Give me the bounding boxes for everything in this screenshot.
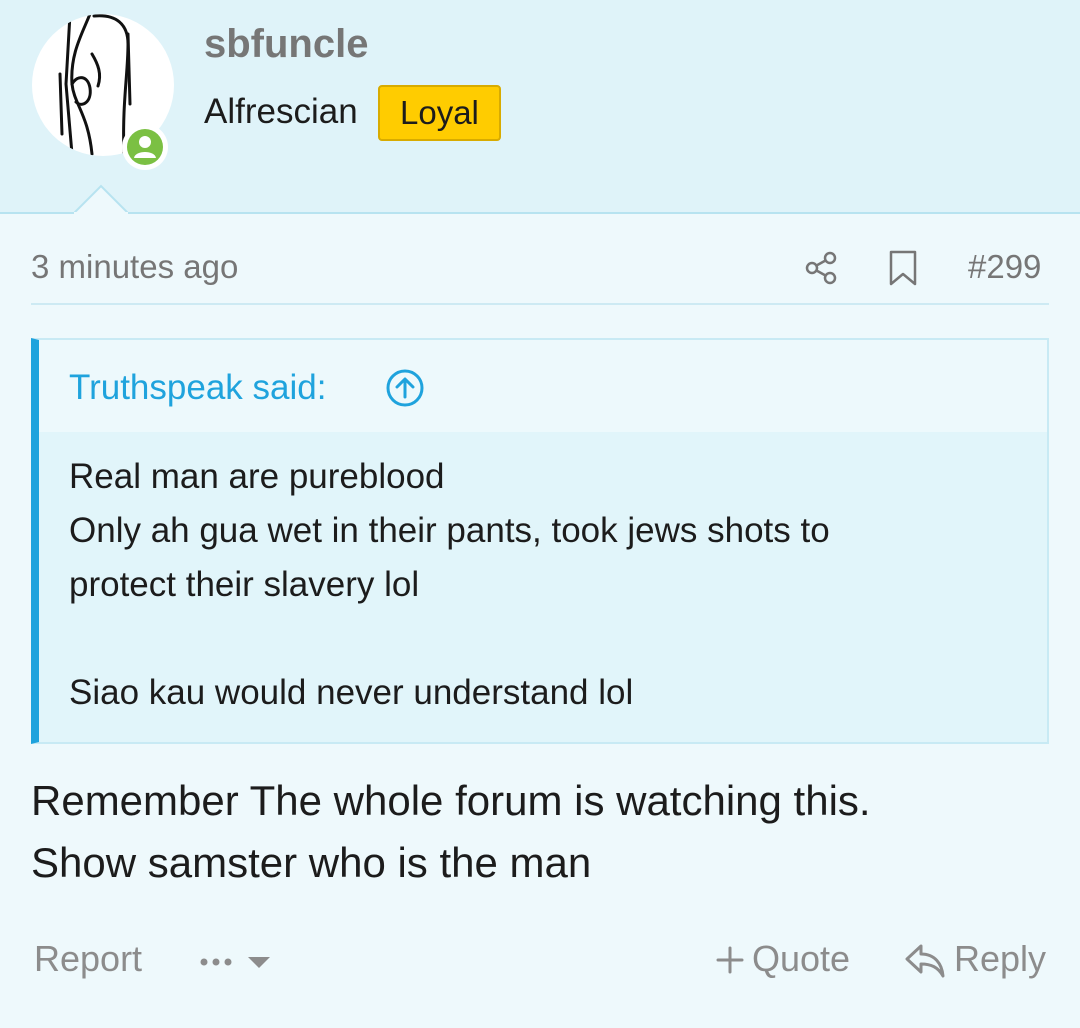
- quote-line-blank: [69, 612, 1019, 666]
- quote-body: Real man are pureblood Only ah gua wet i…: [69, 450, 1019, 720]
- quote-line: Real man are pureblood: [69, 457, 445, 496]
- post-number-link[interactable]: #299: [968, 248, 1041, 286]
- quote-line: Siao kau would never understand lol: [69, 673, 634, 712]
- post-timestamp-link[interactable]: 3 minutes ago: [31, 248, 238, 286]
- more-options-icon[interactable]: [196, 944, 276, 980]
- quote-author-link[interactable]: Truthspeak said:: [69, 368, 326, 408]
- message-line: Remember The whole forum is watching thi…: [31, 777, 871, 824]
- user-title: Alfrescian: [204, 92, 358, 131]
- quote-button[interactable]: Quote: [752, 938, 850, 980]
- header-pointer-caret: [74, 184, 128, 214]
- post-message: Remember The whole forum is watching thi…: [31, 770, 1049, 894]
- report-link[interactable]: Report: [34, 938, 142, 980]
- quote-line: protect their slavery lol: [69, 565, 420, 604]
- share-icon[interactable]: [803, 250, 839, 286]
- quote-line: Only ah gua wet in their pants, took jew…: [69, 511, 830, 550]
- plus-icon[interactable]: [714, 944, 746, 976]
- username-link[interactable]: sbfuncle: [204, 22, 368, 67]
- arrow-up-circle-icon[interactable]: [385, 368, 425, 408]
- reply-button[interactable]: Reply: [954, 938, 1046, 980]
- bookmark-icon[interactable]: [887, 250, 919, 286]
- user-badge: Loyal: [378, 85, 501, 141]
- reply-icon[interactable]: [904, 942, 946, 980]
- quoted-post: Truthspeak said: Real man are pureblood …: [31, 338, 1049, 744]
- quote-header: Truthspeak said:: [39, 340, 1047, 432]
- message-line: Show samster who is the man: [31, 839, 592, 886]
- online-status-icon: [122, 124, 168, 170]
- divider: [31, 303, 1049, 305]
- post-user-header: sbfuncle Alfrescian Loyal: [0, 0, 1080, 214]
